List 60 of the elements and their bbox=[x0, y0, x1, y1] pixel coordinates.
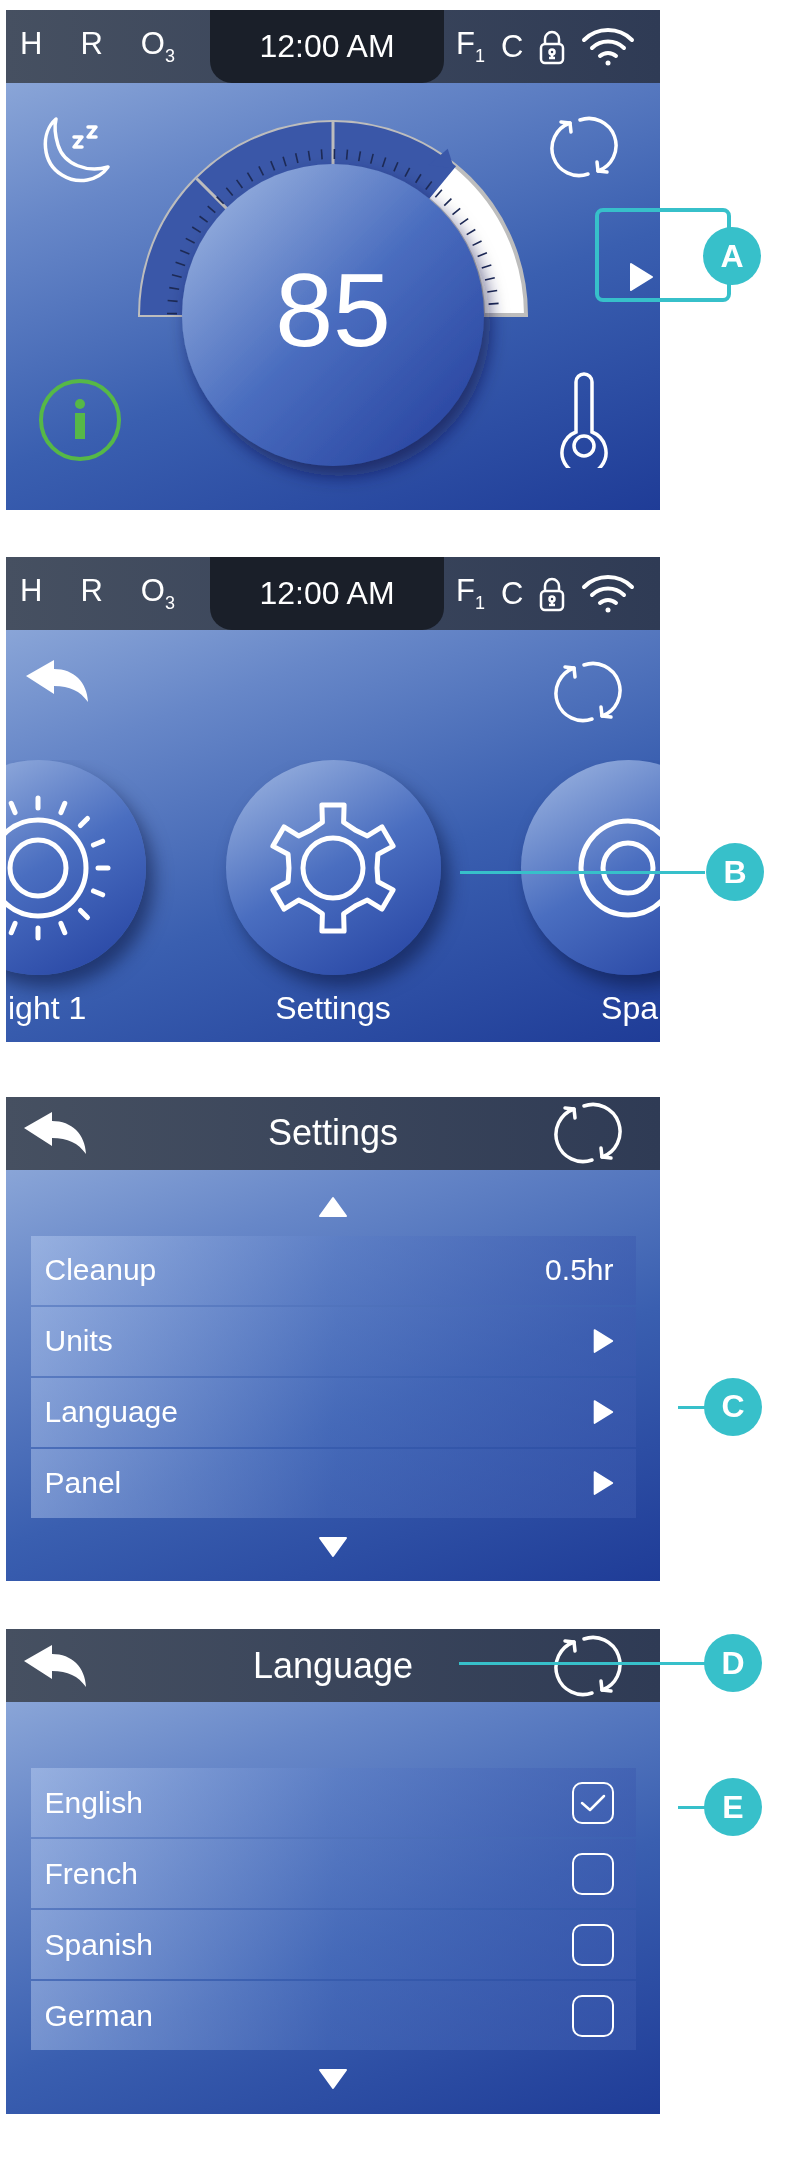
callout-badge: E bbox=[704, 1778, 762, 1837]
status-indicator: R bbox=[80, 28, 103, 63]
settings-row[interactable]: Language bbox=[30, 1377, 636, 1447]
callout-line bbox=[678, 1806, 706, 1810]
info-icon[interactable] bbox=[38, 378, 122, 462]
settings-row[interactable]: Cleanup 0.5hr bbox=[30, 1235, 636, 1305]
row-label: Cleanup bbox=[44, 1253, 157, 1288]
row-label: German bbox=[44, 1998, 153, 2033]
screen-title: Settings bbox=[267, 1112, 399, 1154]
settings-row[interactable]: Panel bbox=[30, 1448, 636, 1518]
status-indicator: C bbox=[500, 31, 524, 62]
status-indicator: O$_{3}$ bbox=[140, 28, 175, 65]
status-indicator: C bbox=[500, 578, 524, 609]
settings-row[interactable]: English bbox=[30, 1768, 636, 1838]
clock: 12:00 AM bbox=[210, 10, 444, 83]
status-indicator: F$_{1}$ bbox=[456, 28, 485, 65]
scroll-down-icon[interactable] bbox=[318, 1535, 348, 1558]
settings-row[interactable]: Spanish bbox=[30, 1910, 636, 1980]
status-indicator: H bbox=[20, 575, 43, 610]
menu-item-label: Settings bbox=[274, 990, 392, 1027]
lock-icon bbox=[539, 28, 566, 65]
status-indicator: H bbox=[20, 28, 43, 63]
submenu-arrow-icon[interactable] bbox=[591, 1399, 614, 1426]
temperature-reading: 85 bbox=[274, 258, 392, 362]
checkbox[interactable] bbox=[571, 1852, 614, 1895]
checkbox[interactable] bbox=[571, 1923, 614, 1966]
clock: 12:00 AM bbox=[210, 557, 444, 630]
callout-line bbox=[678, 1405, 706, 1409]
row-label: Language bbox=[44, 1395, 178, 1430]
submenu-arrow-icon[interactable] bbox=[591, 1470, 614, 1497]
status-indicator: F$_{1}$ bbox=[456, 575, 485, 612]
checkbox[interactable] bbox=[571, 1781, 614, 1824]
callout-badge: D bbox=[704, 1634, 762, 1693]
settings-row[interactable]: German bbox=[30, 1981, 636, 2051]
callout-badge: C bbox=[704, 1377, 762, 1436]
lock-icon bbox=[539, 575, 566, 612]
scroll-up-icon[interactable] bbox=[318, 1195, 348, 1218]
wifi-icon bbox=[581, 26, 636, 67]
wifi-icon bbox=[581, 573, 636, 614]
row-value: 0.5hr bbox=[545, 1253, 614, 1288]
scroll-down-icon[interactable] bbox=[318, 2068, 348, 2091]
status-indicator: O$_{3}$ bbox=[140, 575, 175, 612]
status-indicator: R bbox=[80, 575, 103, 610]
row-label: English bbox=[44, 1785, 143, 1820]
row-label: French bbox=[44, 1856, 138, 1891]
row-label: Units bbox=[44, 1324, 113, 1359]
callout-badge: A bbox=[703, 227, 761, 285]
submenu-arrow-icon[interactable] bbox=[591, 1328, 614, 1355]
menu-item-label: ight 1 bbox=[8, 990, 88, 1027]
screen-title: Language bbox=[252, 1644, 414, 1686]
settings-row[interactable]: French bbox=[30, 1839, 636, 1909]
row-label: Panel bbox=[44, 1466, 122, 1501]
callout-badge: B bbox=[706, 843, 764, 901]
checkbox[interactable] bbox=[571, 1994, 614, 2037]
thermometer-icon[interactable] bbox=[558, 372, 610, 468]
menu-item-label: Spa bbox=[600, 990, 658, 1027]
back-arrow-icon[interactable] bbox=[22, 1642, 88, 1689]
settings-row[interactable]: Units bbox=[30, 1306, 636, 1376]
row-label: Spanish bbox=[44, 1927, 153, 1962]
next-arrow-icon[interactable] bbox=[628, 261, 654, 292]
